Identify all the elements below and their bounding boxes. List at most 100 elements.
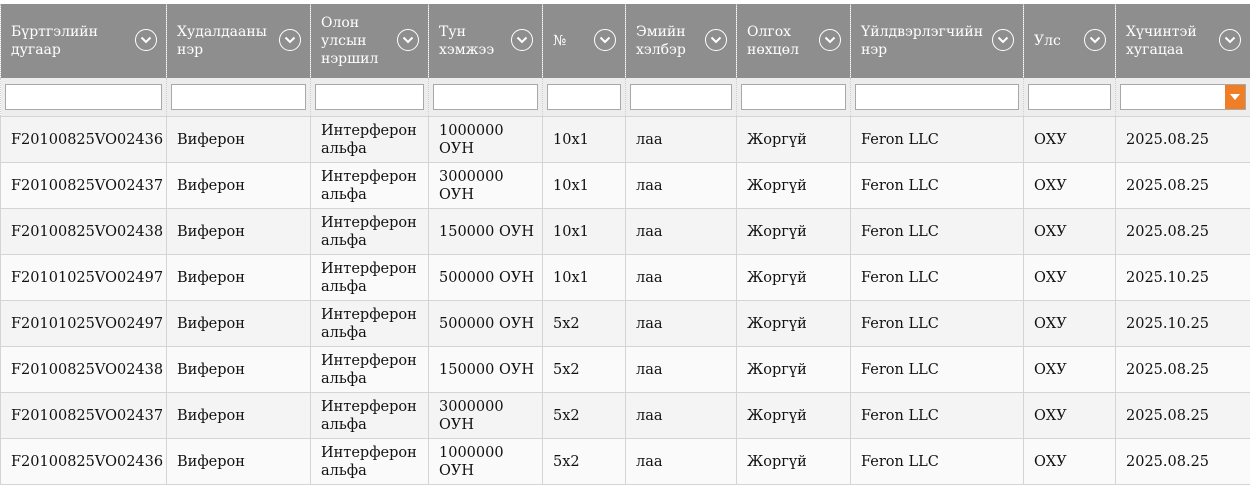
filter-cell-8 (1024, 78, 1116, 117)
column-filter-input[interactable] (5, 84, 162, 110)
table-cell: Интерферон альфа (311, 393, 429, 439)
table-cell: Виферон (167, 393, 311, 439)
table-cell: лаа (626, 209, 737, 255)
chevron-down-icon[interactable] (511, 29, 533, 51)
table-cell: лаа (626, 117, 737, 163)
column-filter-input[interactable] (630, 84, 732, 110)
table-cell: 1000000 ОУН (429, 439, 543, 485)
table-cell: F20100825VO02436 (1, 117, 167, 163)
table-cell: ОХУ (1024, 117, 1116, 163)
table-cell: 10x1 (543, 163, 626, 209)
table-cell: 10x1 (543, 255, 626, 301)
table-cell: 150000 ОУН (429, 347, 543, 393)
column-header-5[interactable]: Эмийн хэлбэр (626, 4, 737, 78)
table-row[interactable]: F20101025VO02497ВиферонИнтерферон альфа5… (1, 301, 1250, 347)
column-filter-input[interactable] (433, 84, 538, 110)
table-cell: 2025.10.25 (1116, 301, 1250, 347)
table-cell: Интерферон альфа (311, 255, 429, 301)
table-cell: 10x1 (543, 117, 626, 163)
table-cell: Feron LLC (851, 163, 1024, 209)
table-cell: 5x2 (543, 439, 626, 485)
table-cell: 2025.08.25 (1116, 209, 1250, 255)
chevron-down-icon[interactable] (135, 29, 157, 51)
chevron-down-icon[interactable] (705, 29, 727, 51)
caret-down-icon[interactable] (1225, 85, 1245, 109)
table-cell: ОХУ (1024, 347, 1116, 393)
table-row[interactable]: F20101025VO02497ВиферонИнтерферон альфа5… (1, 255, 1250, 301)
table-cell: Жоргүй (737, 209, 851, 255)
table-row[interactable]: F20100825VO02436ВиферонИнтерферон альфа1… (1, 439, 1250, 485)
chevron-down-icon[interactable] (819, 29, 841, 51)
chevron-down-icon[interactable] (594, 29, 616, 51)
filter-row (1, 78, 1250, 117)
column-filter-input[interactable] (315, 84, 424, 110)
filter-cell-5 (626, 78, 737, 117)
column-header-8[interactable]: Улс (1024, 4, 1116, 78)
column-filter-input[interactable] (741, 84, 846, 110)
table-cell: 2025.08.25 (1116, 163, 1250, 209)
chevron-down-icon[interactable] (279, 29, 301, 51)
table-cell: Жоргүй (737, 163, 851, 209)
table-cell: Feron LLC (851, 209, 1024, 255)
table-row[interactable]: F20100825VO02438ВиферонИнтерферон альфа1… (1, 209, 1250, 255)
table-row[interactable]: F20100825VO02438ВиферонИнтерферон альфа1… (1, 347, 1250, 393)
table-cell: Feron LLC (851, 301, 1024, 347)
column-header-3[interactable]: Тун хэмжээ (429, 4, 543, 78)
table-cell: 5x2 (543, 393, 626, 439)
table-cell: Жоргүй (737, 301, 851, 347)
table-cell: Feron LLC (851, 117, 1024, 163)
table-cell: Жоргүй (737, 117, 851, 163)
table-cell: Интерферон альфа (311, 347, 429, 393)
table-cell: Виферон (167, 209, 311, 255)
table-cell: Жоргүй (737, 439, 851, 485)
table-cell: 500000 ОУН (429, 255, 543, 301)
filter-cell-0 (1, 78, 167, 117)
table-cell: F20100825VO02438 (1, 209, 167, 255)
table-cell: ОХУ (1024, 393, 1116, 439)
filter-cell-7 (851, 78, 1024, 117)
filter-cell-9 (1116, 78, 1250, 117)
column-filter-input[interactable] (1028, 84, 1111, 110)
date-filter (1120, 84, 1246, 110)
table-cell: лаа (626, 439, 737, 485)
table-cell: Жоргүй (737, 393, 851, 439)
chevron-down-icon[interactable] (1084, 29, 1106, 51)
column-filter-input[interactable] (547, 84, 621, 110)
column-header-4[interactable]: № (543, 4, 626, 78)
column-header-2[interactable]: Олон улсын нэршил (311, 4, 429, 78)
table-cell: F20100825VO02436 (1, 439, 167, 485)
table-cell: лаа (626, 393, 737, 439)
table-cell: лаа (626, 347, 737, 393)
table-cell: Feron LLC (851, 393, 1024, 439)
column-header-6[interactable]: Олгох нөхцөл (737, 4, 851, 78)
table-row[interactable]: F20100825VO02436ВиферонИнтерферон альфа1… (1, 117, 1250, 163)
chevron-down-icon[interactable] (1219, 29, 1241, 51)
table-cell: 500000 ОУН (429, 301, 543, 347)
column-filter-input[interactable] (171, 84, 306, 110)
table-cell: Интерферон альфа (311, 439, 429, 485)
table-cell: ОХУ (1024, 163, 1116, 209)
table-cell: F20100825VO02437 (1, 163, 167, 209)
table-cell: Виферон (167, 439, 311, 485)
table-cell: Feron LLC (851, 347, 1024, 393)
table-cell: 2025.08.25 (1116, 117, 1250, 163)
table-cell: Интерферон альфа (311, 117, 429, 163)
column-header-9[interactable]: Хүчинтэй хугацаа (1116, 4, 1250, 78)
table-cell: F20101025VO02497 (1, 255, 167, 301)
column-header-1[interactable]: Худалдааны нэр (167, 4, 311, 78)
chevron-down-icon[interactable] (992, 29, 1014, 51)
table-cell: ОХУ (1024, 301, 1116, 347)
filter-cell-4 (543, 78, 626, 117)
column-header-7[interactable]: Үйлдвэрлэгчийн нэр (851, 4, 1024, 78)
table-cell: лаа (626, 255, 737, 301)
table-cell: ОХУ (1024, 209, 1116, 255)
table-cell: 3000000 ОУН (429, 163, 543, 209)
chevron-down-icon[interactable] (397, 29, 419, 51)
table-row[interactable]: F20100825VO02437ВиферонИнтерферон альфа3… (1, 393, 1250, 439)
column-filter-input[interactable] (855, 84, 1019, 110)
table-cell: лаа (626, 163, 737, 209)
table-row[interactable]: F20100825VO02437ВиферонИнтерферон альфа3… (1, 163, 1250, 209)
column-header-0[interactable]: Бүртгэлийн дугаар (1, 4, 167, 78)
table-cell: Интерферон альфа (311, 301, 429, 347)
filter-cell-1 (167, 78, 311, 117)
